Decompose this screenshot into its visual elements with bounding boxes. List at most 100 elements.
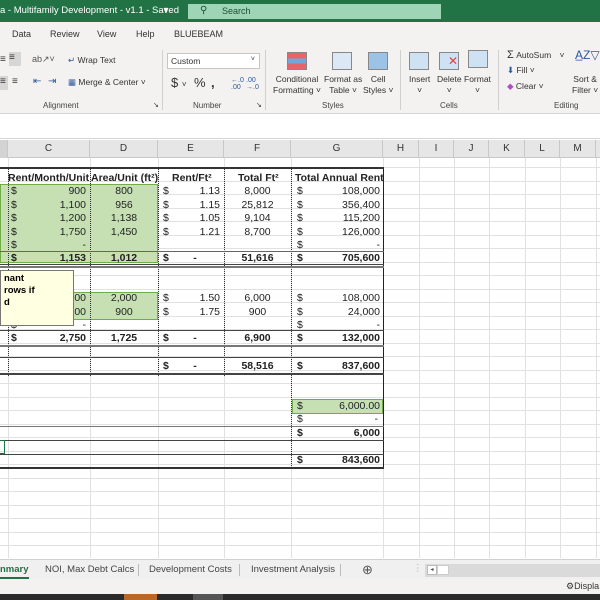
currency-format-button[interactable]: $ ˅ [171, 75, 187, 90]
align-left-icon[interactable]: ≡ [0, 54, 6, 65]
commercial-total-annual[interactable]: 132,000 [300, 329, 380, 348]
decrease-indent-icon[interactable]: ⇤ [33, 76, 41, 87]
total-ft-cell[interactable]: 900 [224, 306, 291, 320]
total-annual-rent-cell[interactable]: 108,000 [300, 185, 380, 199]
area-unit-cell[interactable]: 1,138 [90, 212, 158, 226]
rent-per-ft-cell[interactable]: 1.13 [170, 185, 220, 199]
orientation-icon[interactable]: ab↗˅ [32, 54, 55, 65]
insert-button[interactable]: Insert ˅ [409, 74, 430, 96]
format-as-table-button[interactable]: Format as Table ˅ [324, 74, 362, 96]
column-header-f[interactable]: F [224, 140, 291, 158]
column-header-l[interactable]: L [525, 140, 560, 158]
residential-total-annual[interactable]: 705,600 [300, 249, 380, 268]
fill-button[interactable]: ⬇ Fill ˅ [507, 65, 535, 76]
area-unit-cell[interactable]: 2,000 [90, 292, 158, 306]
rent-per-ft-cell[interactable]: 1.05 [170, 212, 220, 226]
residential-total-rent-ft[interactable]: - [170, 249, 220, 268]
column-header-m[interactable]: M [560, 140, 596, 158]
commercial-total-rent[interactable]: 2,750 [8, 329, 86, 348]
cell-styles-button[interactable]: Cell Styles ˅ [363, 74, 393, 96]
percent-format-button[interactable]: % [194, 75, 206, 90]
decrease-decimal-icon[interactable]: .00 →.0 [246, 77, 259, 91]
tab-splitter-handle[interactable]: ⋮ [413, 563, 423, 574]
scrollbar-thumb[interactable] [437, 565, 449, 575]
wrap-text-button[interactable]: ↵ Wrap Text [68, 55, 115, 66]
align-center-icon[interactable]: ≡ [0, 76, 8, 90]
column-header-g[interactable]: G [291, 140, 383, 158]
format-button[interactable]: Format ˅ [464, 74, 491, 96]
total-ft-cell[interactable]: 6,000 [224, 292, 291, 306]
rent-month-unit-cell[interactable]: 1,100 [8, 199, 86, 213]
column-header-b[interactable] [0, 140, 8, 158]
conditional-formatting-button[interactable]: Conditional Formatting ˅ [273, 74, 321, 96]
taskbar-app-icon[interactable] [124, 594, 157, 600]
save-status-dropdown[interactable]: ▾ [164, 5, 168, 14]
rent-per-ft-cell[interactable]: 1.21 [170, 226, 220, 240]
total-annual-rent-cell[interactable]: 24,000 [300, 306, 380, 320]
horizontal-scrollbar[interactable]: ◂ [425, 564, 600, 577]
sheet-tab-summary[interactable]: nmary [0, 564, 29, 579]
grand-total-rent-ft[interactable]: - [170, 357, 220, 376]
column-header-j[interactable]: J [454, 140, 489, 158]
selected-cell[interactable] [0, 440, 5, 454]
sheet-tab-noi-max-debt[interactable]: NOI, Max Debt Calcs [45, 564, 134, 575]
display-settings-button[interactable]: ⚙Displa [566, 581, 599, 592]
comma-style-button[interactable]: , [211, 75, 215, 90]
increase-indent-icon[interactable]: ⇥ [48, 76, 56, 87]
scroll-left-icon[interactable]: ◂ [427, 565, 437, 575]
total-annual-rent-cell[interactable]: 356,400 [300, 199, 380, 213]
delete-button[interactable]: Delete ˅ [437, 74, 462, 96]
number-format-select[interactable]: Custom ˅ [167, 53, 260, 69]
other-income-total[interactable]: 6,000 [300, 425, 380, 441]
align-middle-icon[interactable]: ≡ [9, 52, 21, 66]
spreadsheet-grid[interactable]: Rent/Month/Unit Area/Unit (ft²) Rent/Ft²… [0, 158, 600, 558]
add-sheet-icon[interactable]: ⊕ [362, 562, 373, 578]
tab-data[interactable]: Data [12, 29, 31, 39]
cell-comment[interactable]: nant rows if d [0, 270, 74, 326]
rent-per-ft-cell[interactable]: 1.75 [170, 306, 220, 320]
alignment-dialog-launcher-icon[interactable]: ↘ [153, 101, 159, 109]
final-total-annual[interactable]: 843,600 [300, 452, 380, 468]
area-unit-cell[interactable]: 800 [90, 185, 158, 199]
column-header-d[interactable]: D [90, 140, 158, 158]
clear-button[interactable]: ◆ Clear ˅ [507, 81, 544, 92]
autosum-button[interactable]: Σ AutoSum ˅ [507, 49, 565, 61]
rent-per-ft-cell[interactable]: 1.15 [170, 199, 220, 213]
commercial-total-rent-ft[interactable]: - [170, 329, 220, 348]
grand-total-annual[interactable]: 837,600 [300, 357, 380, 376]
column-header-c[interactable]: C [8, 140, 90, 158]
column-header-i[interactable]: I [419, 140, 454, 158]
taskbar-app-icon[interactable] [193, 594, 223, 600]
total-annual-rent-cell[interactable]: 108,000 [300, 292, 380, 306]
sheet-tab-development-costs[interactable]: Development Costs [149, 564, 232, 575]
residential-total-ft[interactable]: 51,616 [224, 249, 291, 268]
align-right-icon[interactable]: ≡ [12, 76, 18, 87]
area-unit-cell[interactable]: 956 [90, 199, 158, 213]
residential-total-rent[interactable]: 1,153 [8, 249, 86, 268]
rent-month-unit-cell[interactable]: 1,750 [8, 226, 86, 240]
total-annual-rent-cell[interactable]: 126,000 [300, 226, 380, 240]
commercial-total-area[interactable]: 1,725 [90, 329, 158, 348]
tab-view[interactable]: View [97, 29, 116, 39]
area-unit-cell[interactable]: 900 [90, 306, 158, 320]
column-header-k[interactable]: K [489, 140, 525, 158]
grand-total-ft[interactable]: 58,516 [224, 357, 291, 376]
rent-month-unit-cell[interactable]: 1,200 [8, 212, 86, 226]
commercial-total-ft[interactable]: 6,900 [224, 329, 291, 348]
rent-per-ft-cell[interactable]: 1.50 [170, 292, 220, 306]
area-unit-cell[interactable]: 1,450 [90, 226, 158, 240]
tab-help[interactable]: Help [136, 29, 155, 39]
total-annual-rent-cell[interactable]: 115,200 [300, 212, 380, 226]
tab-review[interactable]: Review [50, 29, 80, 39]
total-ft-cell[interactable]: 9,104 [224, 212, 291, 226]
increase-decimal-icon[interactable]: ←.0.00 [231, 77, 244, 91]
search-box[interactable]: ⚲ Search [188, 4, 441, 19]
sort-filter-button[interactable]: Sort & Filter ˅ [572, 74, 598, 96]
total-ft-cell[interactable]: 8,000 [224, 185, 291, 199]
column-header-h[interactable]: H [383, 140, 419, 158]
total-ft-cell[interactable]: 8,700 [224, 226, 291, 240]
total-ft-cell[interactable]: 25,812 [224, 199, 291, 213]
column-header-e[interactable]: E [158, 140, 224, 158]
tab-bluebeam[interactable]: BLUEBEAM [174, 29, 223, 39]
number-dialog-launcher-icon[interactable]: ↘ [256, 101, 262, 109]
